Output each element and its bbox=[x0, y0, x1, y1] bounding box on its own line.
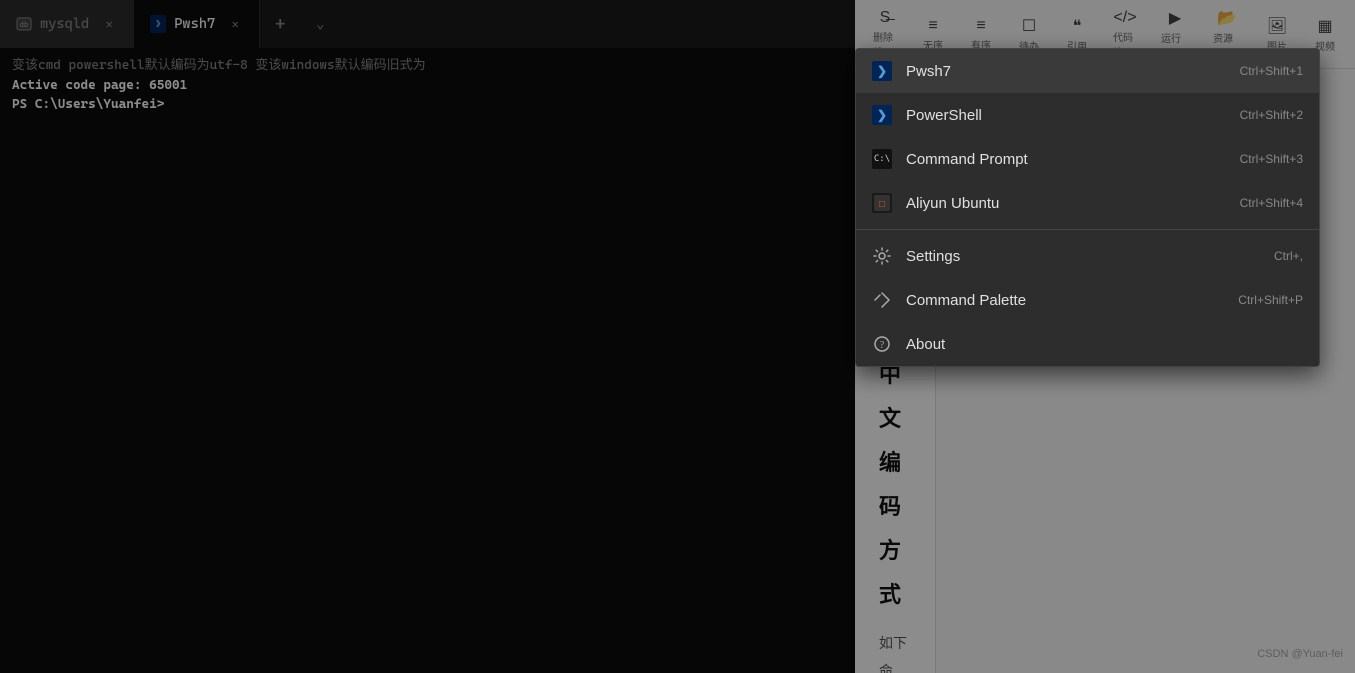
dropdown-button[interactable]: ⌄ bbox=[300, 0, 340, 48]
powershell-shortcut: Ctrl+Shift+2 bbox=[1240, 108, 1303, 122]
tab-bar: db mysqld ✕ ❯ Pwsh7 ✕ + ⌄ bbox=[0, 0, 855, 48]
dropdown-menu: ❯ Pwsh7 Ctrl+Shift+1 ❯ PowerShell Ctrl+S… bbox=[855, 48, 1320, 367]
tab-pwsh7[interactable]: ❯ Pwsh7 ✕ bbox=[134, 0, 260, 48]
pwsh7-shortcut: Ctrl+Shift+1 bbox=[1240, 64, 1303, 78]
powershell-menu-label: PowerShell bbox=[906, 107, 1226, 124]
list-unordered-icon: ≡ bbox=[928, 17, 937, 35]
svg-text:?: ? bbox=[880, 340, 885, 351]
pwsh7-menu-label: Pwsh7 bbox=[906, 63, 1226, 80]
quote-icon: ❝ bbox=[1073, 16, 1082, 36]
menu-item-cmd[interactable]: C:\ Command Prompt Ctrl+Shift+3 bbox=[856, 137, 1319, 181]
tab-pwsh7-label: Pwsh7 bbox=[174, 16, 215, 32]
terminal-panel: db mysqld ✕ ❯ Pwsh7 ✕ + ⌄ 变该cmd powershe bbox=[0, 0, 855, 673]
svg-text:db: db bbox=[20, 21, 28, 29]
cmd-menu-label: Command Prompt bbox=[906, 151, 1226, 168]
pwsh7-menu-icon: ❯ bbox=[872, 61, 892, 81]
watermark: CSDN @Yuan-fei bbox=[1257, 643, 1343, 665]
about-icon: ? bbox=[872, 334, 892, 354]
ubuntu-menu-label: Aliyun Ubuntu bbox=[906, 195, 1226, 212]
menu-item-powershell[interactable]: ❯ PowerShell Ctrl+Shift+2 bbox=[856, 93, 1319, 137]
mysqld-icon: db bbox=[16, 16, 32, 32]
image-icon: 🖼 bbox=[1267, 16, 1287, 36]
palette-menu-label: Command Palette bbox=[906, 292, 1224, 309]
terminal-line-2: Active code page: 65001 bbox=[12, 76, 843, 96]
settings-shortcut: Ctrl+, bbox=[1274, 249, 1303, 263]
terminal-line-1: 变该cmd powershell默认编码为utf-8 变该windows默认编码… bbox=[12, 56, 843, 76]
article-intro: 如下命令，可以临时更改当前窗口编码 bbox=[879, 629, 911, 673]
menu-item-command-palette[interactable]: Command Palette Ctrl+Shift+P bbox=[856, 278, 1319, 322]
strikethrough-icon: S̶ bbox=[880, 9, 891, 27]
svg-text:□: □ bbox=[879, 199, 885, 210]
settings-menu-icon bbox=[872, 246, 892, 266]
pwsh7-icon: ❯ bbox=[150, 16, 166, 32]
tab-mysqld[interactable]: db mysqld ✕ bbox=[0, 0, 134, 48]
code-block-icon: </> bbox=[1113, 9, 1136, 27]
menu-item-pwsh7[interactable]: ❯ Pwsh7 Ctrl+Shift+1 bbox=[856, 49, 1319, 93]
ubuntu-shortcut: Ctrl+Shift+4 bbox=[1240, 196, 1303, 210]
menu-item-ubuntu[interactable]: □ Aliyun Ubuntu Ctrl+Shift+4 bbox=[856, 181, 1319, 225]
menu-divider-1 bbox=[856, 229, 1319, 230]
run-code-icon: ▶ bbox=[1169, 8, 1181, 28]
ubuntu-menu-icon: □ bbox=[872, 193, 892, 213]
about-menu-label: About bbox=[906, 336, 1289, 353]
command-palette-icon bbox=[872, 290, 892, 310]
cmd-menu-icon: C:\ bbox=[872, 149, 892, 169]
terminal-content[interactable]: 变该cmd powershell默认编码为utf-8 变该windows默认编码… bbox=[0, 48, 855, 673]
cmd-shortcut: Ctrl+Shift+3 bbox=[1240, 152, 1303, 166]
tab-pwsh7-close[interactable]: ✕ bbox=[227, 16, 243, 32]
tab-mysqld-label: mysqld bbox=[40, 16, 89, 32]
menu-item-settings[interactable]: Settings Ctrl+, bbox=[856, 234, 1319, 278]
new-tab-button[interactable]: + bbox=[260, 0, 300, 48]
task-icon: ☐ bbox=[1022, 16, 1036, 36]
list-ordered-icon: ≡ bbox=[976, 17, 985, 35]
video-icon: ▦ bbox=[1317, 16, 1332, 36]
tab-mysqld-close[interactable]: ✕ bbox=[101, 16, 117, 32]
resource-bind-icon: 📂 bbox=[1217, 8, 1237, 28]
menu-item-about[interactable]: ? About bbox=[856, 322, 1319, 366]
powershell-menu-icon: ❯ bbox=[872, 105, 892, 125]
terminal-prompt: PS C:\Users\Yuanfei> bbox=[12, 95, 843, 115]
palette-shortcut: Ctrl+Shift+P bbox=[1238, 293, 1303, 307]
settings-menu-label: Settings bbox=[906, 248, 1260, 265]
